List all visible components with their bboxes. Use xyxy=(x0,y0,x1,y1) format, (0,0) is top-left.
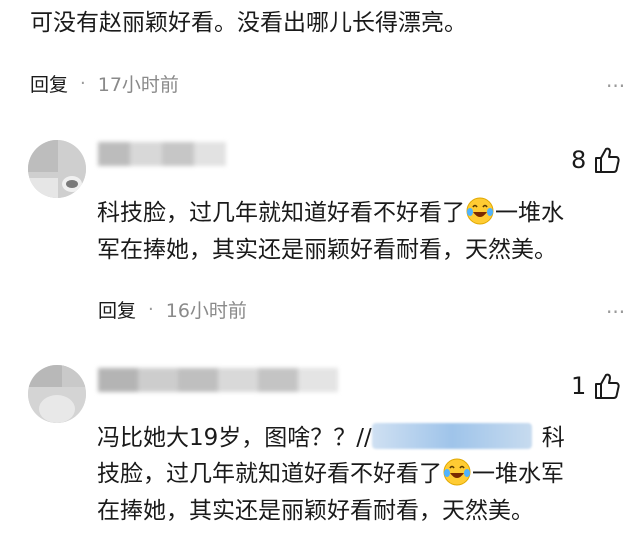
avatar-image xyxy=(28,140,86,198)
masked-mention-link[interactable] xyxy=(371,423,532,449)
like-button[interactable]: 1 xyxy=(571,372,620,400)
like-button[interactable]: 8 xyxy=(571,146,620,174)
thumbs-up-icon xyxy=(595,373,620,399)
avatar-image xyxy=(28,365,86,423)
thumbs-up-icon xyxy=(595,147,620,173)
comment-2-line-1: 科技脸，过几年就知道好看不好看了 一堆水 xyxy=(97,196,564,231)
comment-time: 17小时前 xyxy=(97,74,179,96)
laughing-crying-emoji xyxy=(466,197,494,225)
more-dots-icon[interactable]: ··· xyxy=(606,302,625,322)
comment-1-meta: 回复 · 17小时前 xyxy=(30,70,179,97)
mosaic-mask xyxy=(98,368,338,392)
comment-time: 16小时前 xyxy=(165,300,247,322)
reply-button[interactable]: 回复 xyxy=(30,70,68,97)
reply-button[interactable]: 回复 xyxy=(98,296,136,323)
comment-3-line-2: 技脸，过几年就知道好看不好看了 一堆水军 xyxy=(97,457,564,492)
separator-dot: · xyxy=(80,73,86,94)
comment-2-meta: 回复 · 16小时前 xyxy=(98,296,247,323)
like-count: 8 xyxy=(571,146,587,174)
comment-1-text: 可没有赵丽颖好看。没看出哪儿长得漂亮。 xyxy=(30,10,467,36)
comment-3-line-1: 冯比她大19岁，图啥？？//科 xyxy=(97,423,565,451)
username-masked xyxy=(98,368,338,392)
mosaic-mask xyxy=(98,142,226,166)
avatar[interactable] xyxy=(28,365,86,423)
more-dots-icon[interactable]: ··· xyxy=(606,76,625,96)
avatar[interactable] xyxy=(28,140,86,198)
username-masked xyxy=(98,142,226,166)
separator-dot: · xyxy=(148,299,154,320)
comment-3-line-3: 在捧她，其实还是丽颖好看耐看，天然美。 xyxy=(97,498,534,524)
like-count: 1 xyxy=(571,372,587,400)
comment-2-line-2: 军在捧她，其实还是丽颖好看耐看，天然美。 xyxy=(97,237,557,263)
laughing-crying-emoji xyxy=(443,458,471,486)
